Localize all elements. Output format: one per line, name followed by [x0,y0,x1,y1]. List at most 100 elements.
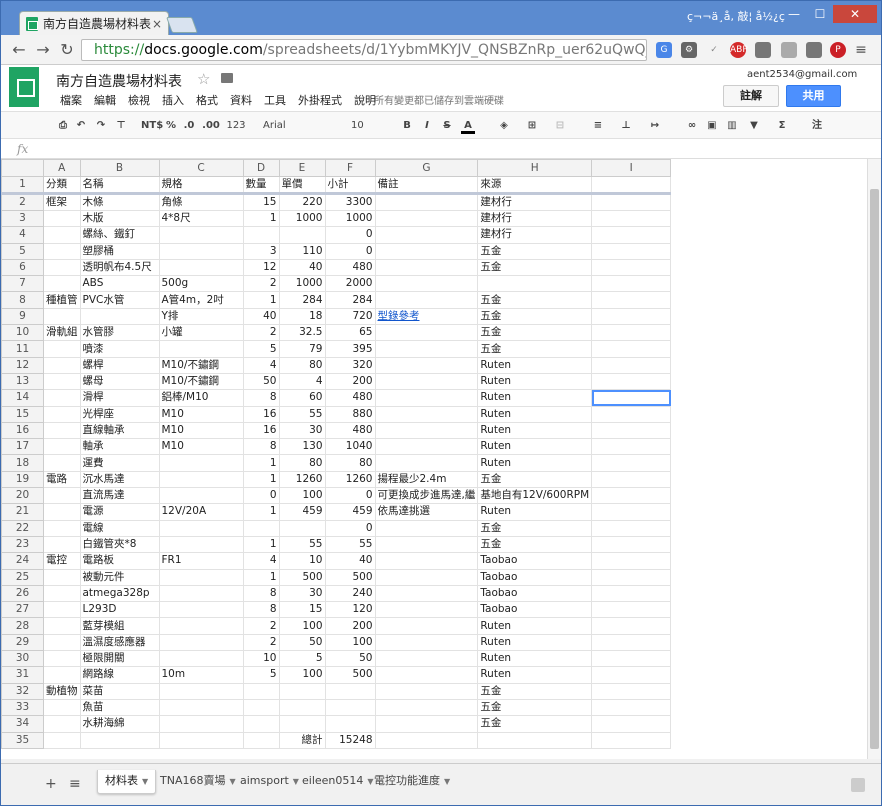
cell[interactable] [43,715,81,733]
cell[interactable] [374,682,479,700]
cell[interactable]: 500g [158,275,244,293]
cell[interactable]: Y排 [158,307,244,326]
cell[interactable]: 五金 [477,340,593,358]
cell[interactable]: M10 [158,421,244,440]
cell[interactable]: 16 [242,421,280,440]
cell[interactable]: 500 [278,568,326,586]
cell[interactable]: 320 [324,356,376,374]
cell[interactable] [242,731,280,749]
adblock-icon[interactable]: ABP [730,42,748,58]
cell[interactable]: 15248 [324,731,376,749]
increase-decimals-button[interactable]: .00 [201,118,221,134]
more-formats-button[interactable]: 123 [223,118,249,134]
cell[interactable] [591,209,672,228]
cell[interactable] [591,372,672,391]
cell[interactable] [43,601,81,619]
cell[interactable]: 32.5 [278,324,326,342]
document-title[interactable]: 南方自造農場材料表 [56,71,182,91]
cell[interactable]: 鋁棒/M10 [158,389,244,407]
row-header[interactable]: 4 [1,226,44,244]
cell[interactable]: 0 [324,519,376,537]
cell[interactable] [374,356,479,374]
comments-button[interactable]: 註解 [723,85,779,107]
cell[interactable]: 395 [324,340,376,358]
row-header[interactable]: 6 [1,258,44,277]
filter-icon[interactable]: ▼ [747,118,761,134]
cell[interactable]: 880 [324,405,376,423]
cell[interactable] [79,307,160,326]
cell[interactable] [158,340,244,358]
formula-bar[interactable]: fx [1,139,881,159]
cell[interactable] [324,682,376,700]
cell[interactable] [374,584,479,603]
row-header[interactable]: 14 [1,389,44,407]
cell[interactable]: 沉水馬達 [79,470,160,489]
cell[interactable]: 小罐 [158,324,244,342]
cell[interactable]: 60 [278,389,326,407]
cell[interactable]: 五金 [477,715,593,733]
share-button[interactable]: 共用 [786,85,841,107]
cell[interactable] [43,438,81,456]
chevron-down-icon[interactable]: ▼ [142,777,148,786]
cell[interactable] [591,617,672,635]
sheets-logo-icon[interactable] [9,67,39,107]
cell[interactable]: 120 [324,601,376,619]
row-header[interactable]: 13 [1,372,44,391]
cell[interactable]: 1 [242,503,280,521]
cell[interactable] [374,372,479,391]
cell[interactable]: 79 [278,340,326,358]
cell[interactable]: 0 [242,487,280,505]
cell[interactable]: atmega328p [79,584,160,603]
cell[interactable]: 電路 [43,470,81,489]
cell[interactable] [591,470,672,489]
cell[interactable]: 直線軸承 [79,421,160,440]
cell[interactable] [242,682,280,700]
cell[interactable]: 木版 [79,209,160,228]
cell[interactable]: 5 [242,340,280,358]
cell[interactable]: 五金 [477,258,593,277]
cell[interactable] [158,519,244,537]
cell[interactable] [374,698,479,717]
cell[interactable] [278,519,326,537]
scrollbar-thumb[interactable] [870,189,879,749]
cell[interactable] [374,291,479,309]
cell[interactable] [591,698,672,717]
row-header[interactable]: 29 [1,633,44,652]
cell[interactable] [477,275,593,293]
row-header[interactable]: 35 [1,731,44,749]
cell[interactable]: 110 [278,242,326,260]
strikethrough-button[interactable]: S [441,118,453,134]
cell[interactable]: 五金 [477,519,593,537]
cell[interactable]: 電線 [79,519,160,537]
decrease-decimals-button[interactable]: .0 [181,118,197,134]
cell[interactable]: 55 [278,535,326,554]
cell[interactable]: 揚程最少2.4m [374,470,479,489]
cell[interactable]: 建材行 [477,193,593,211]
fill-color-icon[interactable]: ◈ [497,118,511,134]
forward-arrow-icon[interactable]: → [33,40,53,60]
cell[interactable] [591,584,672,603]
column-header[interactable]: B [79,159,160,177]
cell[interactable]: Taobao [477,601,593,619]
cell[interactable] [158,242,244,260]
cell[interactable]: 1 [242,454,280,472]
cell[interactable]: 螺母 [79,372,160,391]
cell[interactable]: 電控 [43,552,81,570]
camera-icon[interactable] [806,42,822,58]
folder-icon[interactable] [221,73,233,83]
cell[interactable]: Ruten [477,356,593,374]
cell[interactable]: Ruten [477,421,593,440]
row-header[interactable]: 18 [1,454,44,472]
cell[interactable] [591,454,672,472]
cell[interactable]: 50 [242,372,280,391]
row-header[interactable]: 32 [1,682,44,700]
cell[interactable] [242,226,280,244]
column-header[interactable]: H [477,159,593,177]
row-header[interactable]: 17 [1,438,44,456]
row-header[interactable]: 31 [1,666,44,684]
cell[interactable] [43,519,81,537]
cell[interactable] [374,389,479,407]
cell[interactable] [158,601,244,619]
cell[interactable]: 12 [242,258,280,277]
cell[interactable]: M10 [158,438,244,456]
